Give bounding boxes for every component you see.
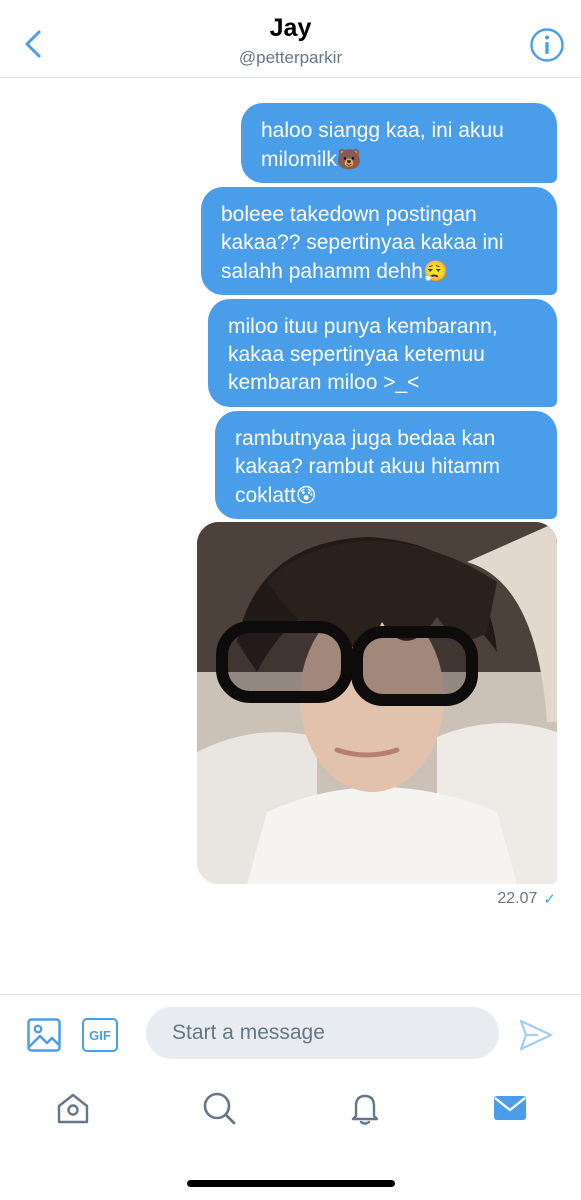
message-text: miloo ituu punya kembarann, kakaa sepert… xyxy=(228,315,498,394)
messages-icon xyxy=(494,1096,526,1120)
tab-home[interactable] xyxy=(53,1088,93,1128)
message-bubble[interactable]: rambutnyaa juga bedaa kan kakaa? rambut … xyxy=(215,411,557,519)
gif-icon: GIF xyxy=(82,1018,118,1052)
notifications-icon xyxy=(351,1094,379,1125)
bottom-tab-bar xyxy=(0,1070,581,1146)
tab-notifications[interactable] xyxy=(345,1088,385,1128)
image-icon xyxy=(27,1018,61,1052)
timestamp-text: 22.07 xyxy=(497,890,538,907)
contact-handle: @petterparkir xyxy=(238,48,343,67)
info-button[interactable] xyxy=(527,25,567,65)
send-icon xyxy=(519,1019,553,1051)
photo-image xyxy=(197,522,557,884)
home-indicator xyxy=(187,1180,395,1187)
photo-message[interactable] xyxy=(197,522,557,884)
add-image-button[interactable] xyxy=(26,1017,62,1053)
info-icon xyxy=(530,28,564,62)
add-gif-button[interactable]: GIF xyxy=(82,1017,118,1053)
exhale-emoji: 😮‍💨 xyxy=(422,259,448,283)
message-timestamp: 22.07 ✓ xyxy=(497,890,556,908)
sent-check-icon: ✓ xyxy=(543,891,556,908)
message-text: rambutnyaa juga bedaa kan kakaa? rambut … xyxy=(235,427,500,507)
anxious-emoji: 😰 xyxy=(295,483,317,507)
search-icon xyxy=(203,1092,236,1125)
tab-search[interactable] xyxy=(199,1088,239,1128)
message-text: boleee takedown postingan kakaa?? sepert… xyxy=(221,203,504,283)
home-icon xyxy=(57,1093,89,1124)
message-bubble[interactable]: haloo siangg kaa, ini akuu milomilk🐻 xyxy=(241,103,557,183)
contact-name: Jay xyxy=(269,14,312,42)
message-composer: GIF xyxy=(0,994,581,1068)
message-bubble[interactable]: miloo ituu punya kembarann, kakaa sepert… xyxy=(208,299,557,407)
message-input[interactable] xyxy=(146,1007,499,1059)
conversation-header: Jay @petterparkir xyxy=(0,0,581,78)
message-bubble[interactable]: boleee takedown postingan kakaa?? sepert… xyxy=(201,187,557,295)
bear-emoji: 🐻 xyxy=(336,147,362,171)
message-text: haloo siangg kaa, ini akuu milomilk xyxy=(261,119,504,171)
tab-messages[interactable] xyxy=(490,1088,530,1128)
send-button[interactable] xyxy=(516,1015,556,1055)
